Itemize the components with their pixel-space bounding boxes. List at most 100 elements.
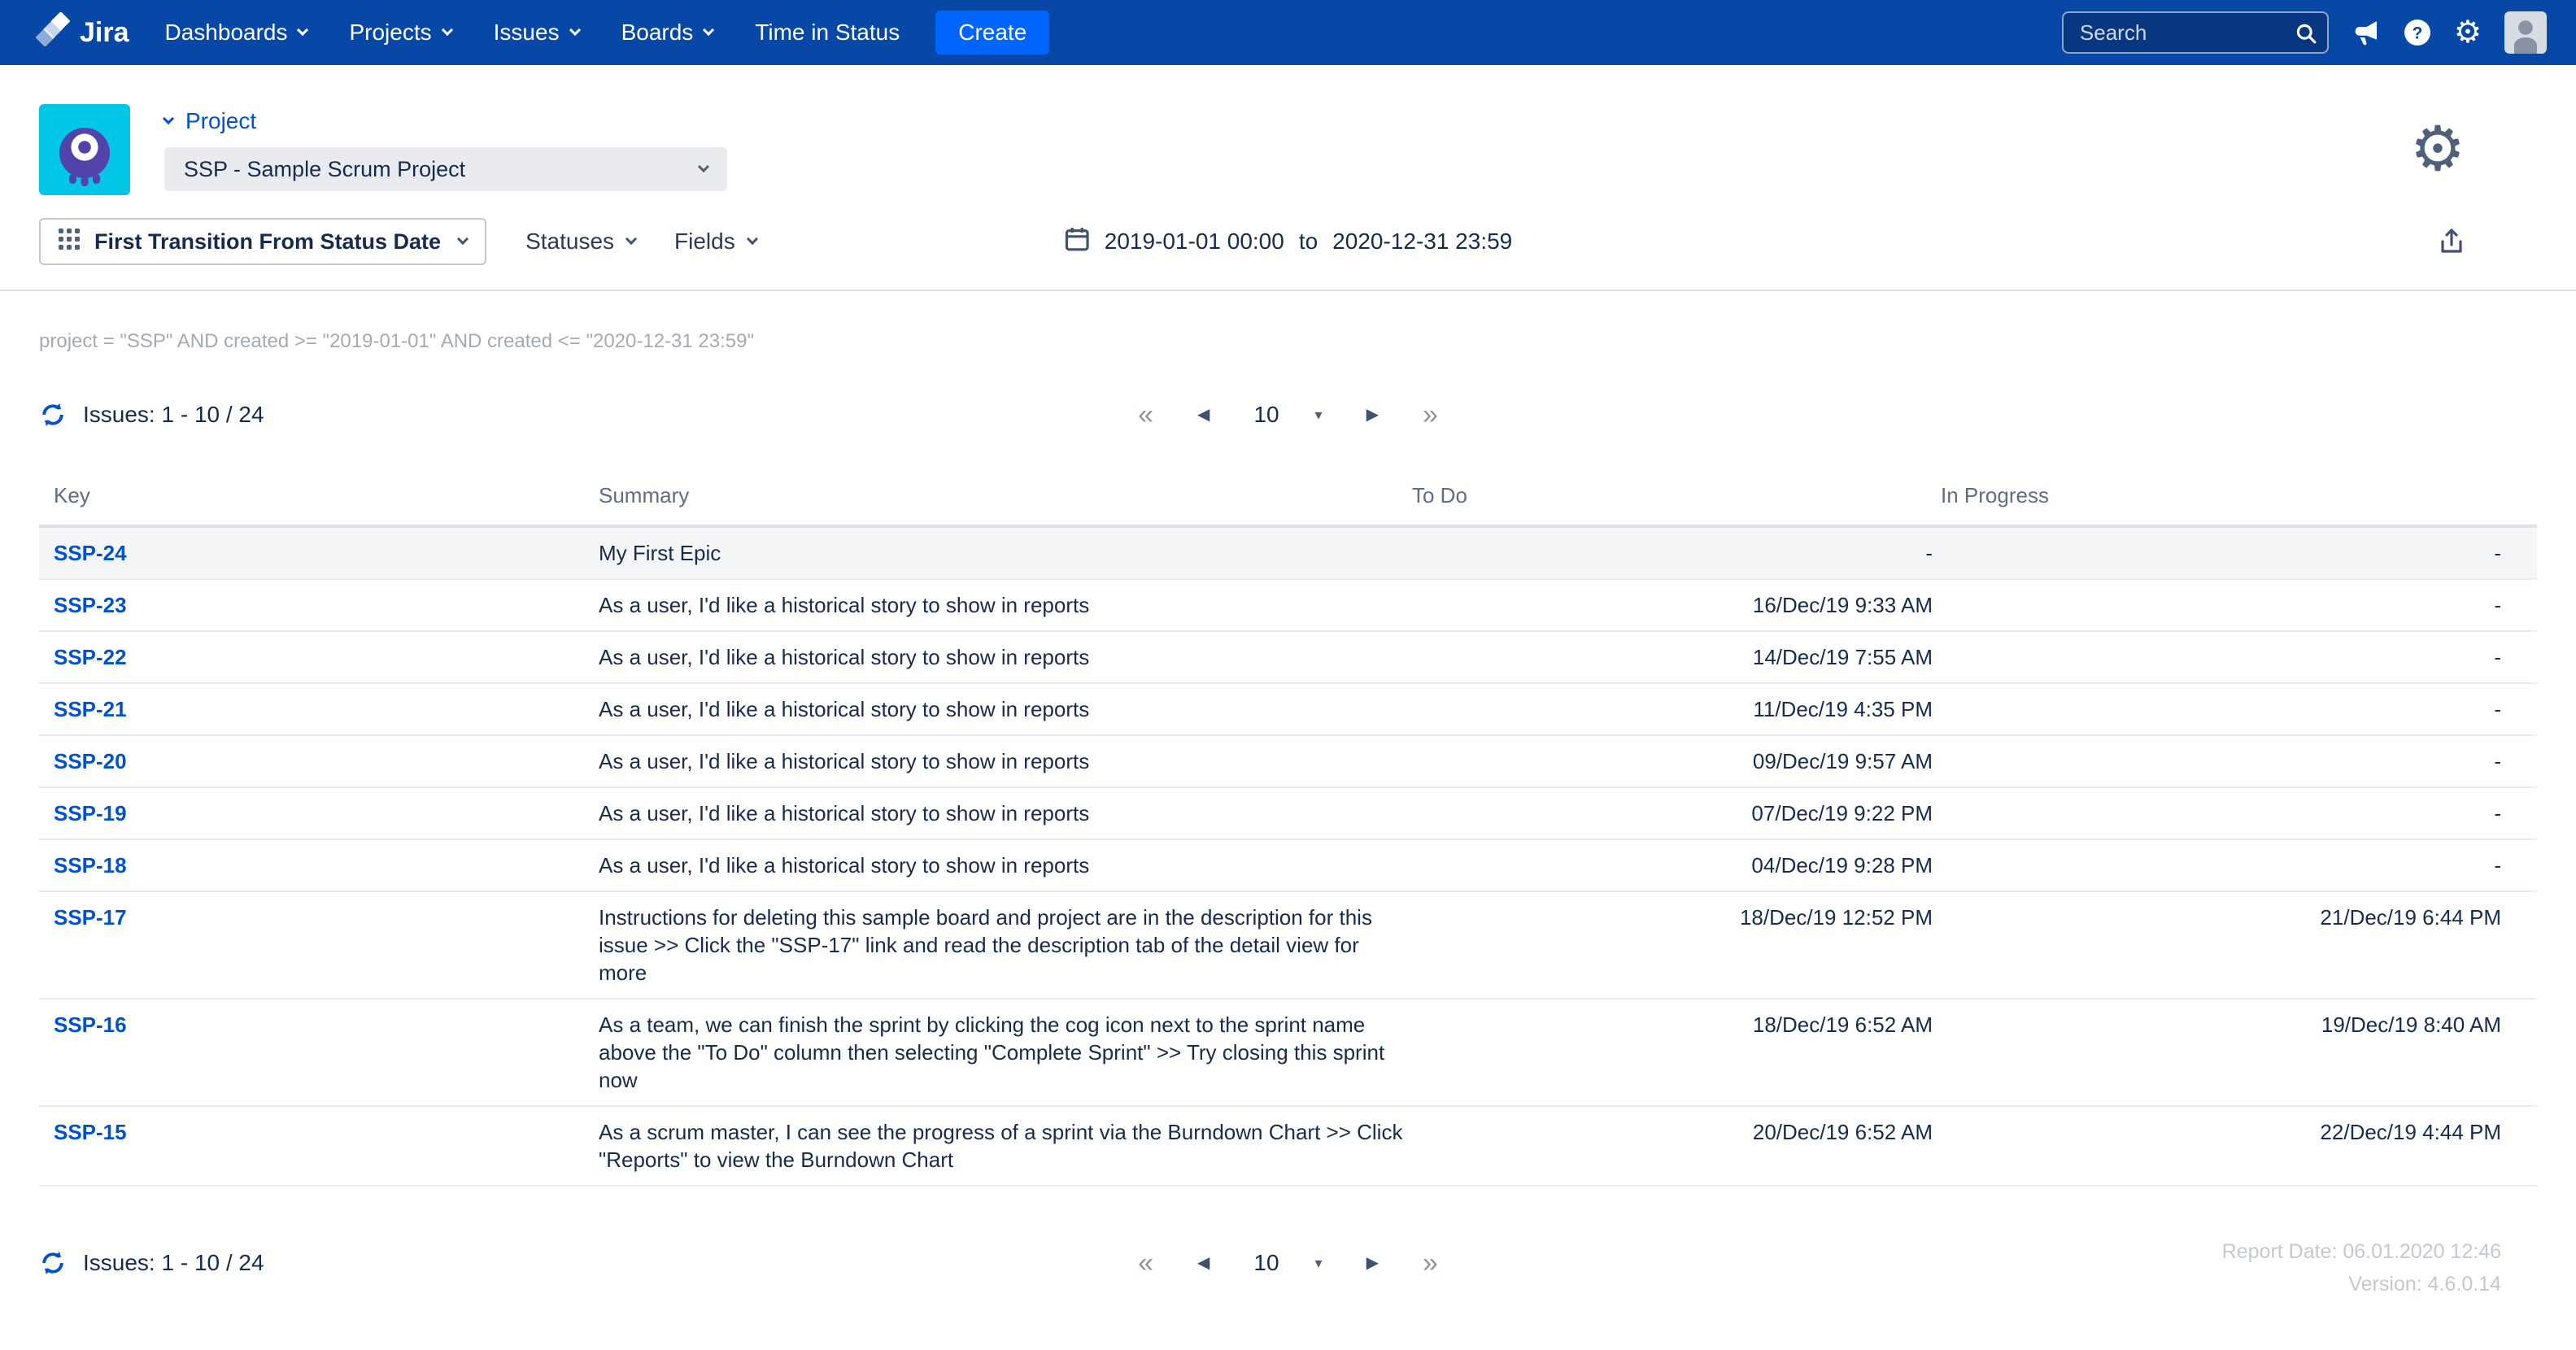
chevron-down-icon	[625, 233, 637, 245]
refresh-icon[interactable]	[39, 401, 67, 429]
help-icon[interactable]: ?	[2404, 19, 2431, 46]
user-avatar[interactable]	[2504, 11, 2547, 54]
project-select-value: SSP - Sample Scrum Project	[184, 157, 465, 182]
report-type-button[interactable]: First Transition From Status Date	[39, 218, 486, 265]
issue-summary: As a user, I'd like a historical story t…	[599, 787, 1412, 839]
page-size-value: 10	[1253, 402, 1279, 428]
first-page-button[interactable]: «	[1138, 401, 1153, 429]
chevron-down-icon	[442, 24, 453, 36]
table-row: SSP-22 As a user, I'd like a historical …	[39, 631, 2537, 683]
export-icon[interactable]	[2438, 228, 2465, 255]
in-progress-date: -	[1941, 631, 2537, 683]
report-type-label: First Transition From Status Date	[94, 229, 441, 255]
issue-summary: As a user, I'd like a historical story t…	[599, 683, 1412, 735]
issue-key-link[interactable]: SSP-18	[54, 853, 127, 878]
column-header-in-progress: In Progress	[1941, 473, 2537, 526]
in-progress-date: -	[1941, 526, 2537, 579]
statuses-label: Statuses	[525, 229, 614, 255]
table-row: SSP-20 As a user, I'd like a historical …	[39, 735, 2537, 787]
in-progress-date: -	[1941, 579, 2537, 631]
last-page-button[interactable]: »	[1423, 401, 1438, 429]
issue-key-link[interactable]: SSP-16	[54, 1012, 127, 1037]
caret-down-icon: ▾	[1315, 407, 1323, 422]
todo-date: 18/Dec/19 12:52 PM	[1412, 891, 1941, 999]
calendar-icon	[1064, 226, 1090, 258]
table-row: SSP-16 As a team, we can finish the spri…	[39, 999, 2537, 1106]
todo-date: 11/Dec/19 4:35 PM	[1412, 683, 1941, 735]
fields-dropdown[interactable]: Fields	[674, 229, 756, 255]
last-page-button[interactable]: »	[1423, 1249, 1438, 1277]
todo-date: 16/Dec/19 9:33 AM	[1412, 579, 1941, 631]
table-row: SSP-18 As a user, I'd like a historical …	[39, 839, 2537, 891]
issue-key-link[interactable]: SSP-15	[54, 1120, 127, 1144]
nav-item-label: Dashboards	[165, 20, 288, 46]
search-input[interactable]	[2062, 11, 2329, 54]
settings-gear-icon[interactable]: ⚙	[2454, 17, 2482, 48]
todo-date: 04/Dec/19 9:28 PM	[1412, 839, 1941, 891]
todo-date: 20/Dec/19 6:52 AM	[1412, 1106, 1941, 1186]
issue-key-link[interactable]: SSP-23	[54, 593, 127, 617]
table-row: SSP-17 Instructions for deleting this sa…	[39, 891, 2537, 999]
issue-summary: As a team, we can finish the sprint by c…	[599, 999, 1412, 1106]
next-page-button[interactable]: ▶	[1366, 1255, 1379, 1271]
previous-page-button[interactable]: ◀	[1197, 1255, 1210, 1271]
in-progress-date: -	[1941, 839, 2537, 891]
todo-date: 18/Dec/19 6:52 AM	[1412, 999, 1941, 1106]
issue-key-link[interactable]: SSP-19	[54, 801, 127, 825]
page-size-value: 10	[1253, 1250, 1279, 1276]
page-size-select[interactable]: 10 ▾	[1253, 402, 1322, 428]
jira-logo-icon	[36, 12, 70, 54]
chevron-down-icon	[297, 24, 308, 36]
feedback-megaphone-icon[interactable]	[2352, 20, 2381, 46]
column-header-todo: To Do	[1412, 473, 1941, 526]
in-progress-date: 19/Dec/19 8:40 AM	[1941, 999, 2537, 1106]
pagination-top: « ◀ 10 ▾ ▶ »	[1138, 401, 1438, 429]
date-to-word: to	[1299, 229, 1318, 255]
in-progress-date: -	[1941, 735, 2537, 787]
chevron-down-icon	[747, 233, 758, 245]
create-button[interactable]: Create	[935, 11, 1049, 54]
project-section-toggle[interactable]: Project	[164, 108, 727, 134]
nav-item-boards[interactable]: Boards	[621, 20, 713, 46]
next-page-button[interactable]: ▶	[1366, 407, 1379, 423]
date-from: 2019-01-01 00:00	[1105, 229, 1284, 255]
table-row: SSP-15 As a scrum master, I can see the …	[39, 1106, 2537, 1186]
report-meta: Report Date: 06.01.2020 12:46 Version: 4…	[2222, 1235, 2501, 1300]
table-row: SSP-23 As a user, I'd like a historical …	[39, 579, 2537, 631]
question-glyph: ?	[2413, 24, 2423, 43]
todo-date: 07/Dec/19 9:22 PM	[1412, 787, 1941, 839]
issue-summary: As a user, I'd like a historical story t…	[599, 631, 1412, 683]
issue-summary: As a user, I'd like a historical story t…	[599, 735, 1412, 787]
table-row: SSP-24 My First Epic - -	[39, 526, 2537, 579]
project-avatar	[39, 104, 130, 195]
date-range-picker[interactable]: 2019-01-01 00:00 to 2020-12-31 23:59	[1064, 226, 1513, 258]
report-date: Report Date: 06.01.2020 12:46	[2222, 1235, 2501, 1268]
nav-item-label: Issues	[494, 20, 560, 46]
first-page-button[interactable]: «	[1138, 1249, 1153, 1277]
nav-item-issues[interactable]: Issues	[494, 20, 579, 46]
previous-page-button[interactable]: ◀	[1197, 407, 1210, 423]
project-row: Project SSP - Sample Scrum Project ⚙	[0, 65, 2576, 211]
nav-item-dashboards[interactable]: Dashboards	[165, 20, 307, 46]
jira-logo[interactable]: Jira	[36, 12, 129, 54]
issue-summary: My First Epic	[599, 526, 1412, 579]
report-settings-gear-icon[interactable]: ⚙	[2410, 119, 2465, 181]
project-select[interactable]: SSP - Sample Scrum Project	[164, 147, 727, 191]
issue-key-link[interactable]: SSP-24	[54, 541, 127, 565]
nav-item-projects[interactable]: Projects	[349, 20, 451, 46]
issues-summary: Issues: 1 - 10 / 24	[39, 401, 264, 429]
issue-key-link[interactable]: SSP-21	[54, 697, 127, 721]
report-header-section: Project SSP - Sample Scrum Project ⚙ Fir…	[0, 65, 2576, 291]
jql-query-text: project = "SSP" AND created >= "2019-01-…	[0, 291, 2576, 353]
project-meta: Project SSP - Sample Scrum Project	[164, 108, 727, 191]
nav-item-time-in-status[interactable]: Time in Status	[755, 20, 900, 46]
issues-count-label: Issues: 1 - 10 / 24	[83, 402, 264, 428]
chevron-down-icon	[569, 24, 581, 36]
issue-key-link[interactable]: SSP-17	[54, 905, 127, 930]
page-size-select[interactable]: 10 ▾	[1253, 1250, 1322, 1276]
issue-key-link[interactable]: SSP-20	[54, 749, 127, 773]
refresh-icon[interactable]	[39, 1249, 67, 1277]
issue-key-link[interactable]: SSP-22	[54, 645, 127, 669]
statuses-dropdown[interactable]: Statuses	[525, 229, 635, 255]
table-row: SSP-21 As a user, I'd like a historical …	[39, 683, 2537, 735]
